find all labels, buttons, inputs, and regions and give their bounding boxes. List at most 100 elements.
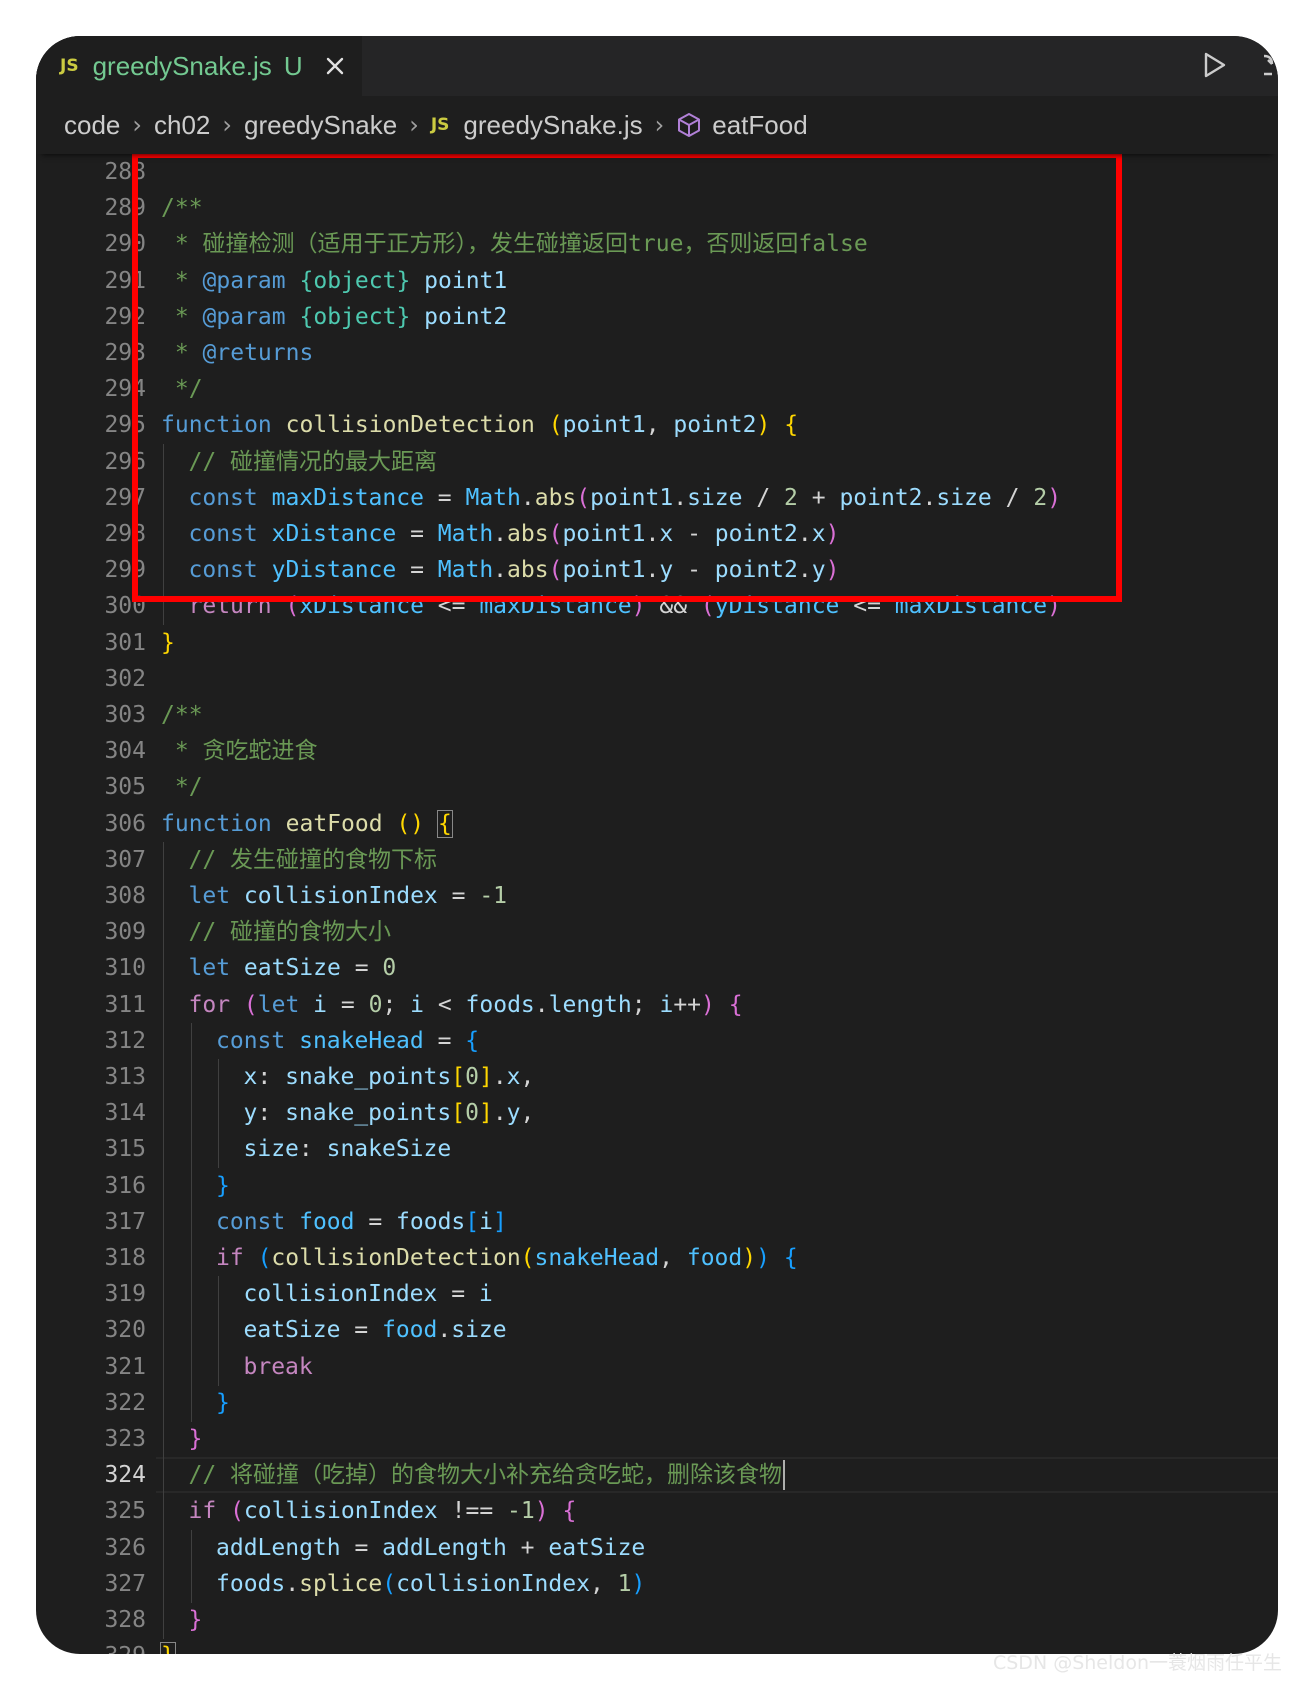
code-line[interactable]: 327 foods.splice(collisionIndex, 1) xyxy=(36,1565,1278,1603)
code-line[interactable]: 322} xyxy=(36,1384,1278,1422)
code-text: collisionIndex = i xyxy=(244,1276,493,1312)
breadcrumb-item-greedysnake[interactable]: greedySnake xyxy=(244,110,397,141)
code-token: [ xyxy=(451,1100,466,1127)
code-line[interactable]: 324 // 将碰撞（吃掉）的食物大小补充给贪吃蛇，删除该食物 xyxy=(36,1457,1278,1495)
code-text: */ xyxy=(161,769,203,805)
code-token: let xyxy=(257,991,300,1018)
line-number: 304 xyxy=(104,738,146,765)
line-number: 318 xyxy=(104,1245,146,1271)
code-token: } xyxy=(188,1607,203,1633)
indent-guide xyxy=(163,1131,164,1169)
code-token: ( xyxy=(230,1498,244,1525)
code-line[interactable]: 307 // 发生碰撞的食物下标 xyxy=(36,841,1278,879)
watermark: CSDN @Sheldon一蓑烟雨任平生 xyxy=(992,1652,1282,1674)
code-token: */ xyxy=(161,774,203,801)
line-number: 313 xyxy=(104,1064,146,1090)
run-icon[interactable] xyxy=(1198,49,1230,81)
code-token: : xyxy=(257,1100,286,1127)
code-line[interactable]: 315 size: snakeSize xyxy=(36,1131,1278,1169)
indent-guide xyxy=(163,1602,164,1639)
indent-guide xyxy=(190,1095,192,1133)
line-number: 322 xyxy=(104,1389,146,1416)
indent-guide xyxy=(163,1240,164,1277)
code-line[interactable]: 308 let collisionIndex = -1 xyxy=(36,878,1278,915)
indent-guide xyxy=(163,878,164,915)
code-line[interactable]: 309 // 碰撞的食物大小 xyxy=(36,914,1278,952)
indent-guide xyxy=(163,950,164,988)
code-token: } xyxy=(216,1172,230,1199)
code-line[interactable]: 319 collisionIndex = i xyxy=(36,1276,1278,1314)
breadcrumb-item-code[interactable]: code xyxy=(64,110,120,141)
split-editor-icon[interactable] xyxy=(1258,44,1278,88)
line-number: 305 xyxy=(104,774,146,801)
code-token: snakeHead xyxy=(299,1027,424,1054)
code-token: collisionIndex xyxy=(243,1498,438,1525)
code-token: } xyxy=(161,629,175,656)
tab-greedysnake-js[interactable]: JS greedySnake.js U xyxy=(36,36,362,96)
code-line[interactable]: 310 let eatSize = 0 xyxy=(36,950,1278,988)
code-line[interactable]: 304 * 贪吃蛇进食 xyxy=(36,733,1278,769)
code-text: } xyxy=(216,1385,230,1421)
code-line[interactable]: 302 xyxy=(36,661,1278,697)
code-token: foods xyxy=(396,1208,466,1235)
code-token: const xyxy=(216,1208,286,1235)
code-text: x: snake_points[0].x, xyxy=(244,1059,535,1095)
code-token: ( xyxy=(257,1245,272,1271)
code-text: const snakeHead = { xyxy=(216,1023,479,1059)
indent-guide xyxy=(163,1565,164,1603)
code-line[interactable]: 320 eatSize = food.size xyxy=(36,1312,1278,1350)
code-token: ; xyxy=(631,991,660,1018)
code-text: for (let i = 0; i < foods.length; i++) { xyxy=(189,987,743,1023)
symbol-method-icon xyxy=(676,112,702,138)
code-line[interactable]: 317 const food = foods[i] xyxy=(36,1203,1278,1241)
code-line[interactable]: 323} xyxy=(36,1421,1278,1458)
breadcrumb-item-symbol[interactable]: eatFood xyxy=(712,110,807,141)
code-line[interactable]: 313 x: snake_points[0].x, xyxy=(36,1059,1278,1096)
code-token: 0 xyxy=(465,1100,479,1127)
editor-window: JS greedySnake.js U code › ch02 › greedy… xyxy=(36,36,1278,1654)
code-line[interactable]: 314 y: snake_points[0].y, xyxy=(36,1095,1278,1133)
code-token: y xyxy=(243,1100,258,1127)
indent-guide xyxy=(218,1276,219,1314)
code-line[interactable]: 321 break xyxy=(36,1348,1278,1386)
code-text: const food = foods[i] xyxy=(216,1204,507,1240)
indent-guide xyxy=(163,841,164,879)
code-token: food xyxy=(299,1208,355,1235)
code-token: ( xyxy=(382,1570,397,1597)
code-line[interactable]: 306 function eatFood () { xyxy=(36,806,1278,842)
code-token: ] xyxy=(478,1064,493,1090)
code-token: , xyxy=(520,1064,535,1090)
code-line[interactable]: 326 addLength = addLength + eatSize xyxy=(36,1529,1278,1567)
breadcrumb-item-ch02[interactable]: ch02 xyxy=(154,110,210,141)
code-token: ) xyxy=(756,1245,770,1271)
code-line[interactable]: 328} xyxy=(36,1602,1278,1639)
code-line[interactable]: 301} xyxy=(36,625,1278,661)
line-number: 317 xyxy=(104,1208,146,1235)
code-token: let xyxy=(188,955,231,982)
code-token: ) xyxy=(742,1245,757,1271)
code-line[interactable]: 303 /** xyxy=(36,697,1278,733)
line-number: 309 xyxy=(104,919,146,946)
indent-guide xyxy=(190,1312,192,1350)
code-line[interactable]: 312 const snakeHead = { xyxy=(36,1022,1278,1060)
code-line[interactable]: 311 for (let i = 0; i < foods.length; i++… xyxy=(36,986,1278,1024)
code-line[interactable]: 325 if (collisionIndex !== -1) { xyxy=(36,1493,1278,1531)
code-token: ) xyxy=(534,1498,549,1525)
line-number: 329 xyxy=(36,1638,146,1654)
code-token: food xyxy=(686,1245,743,1271)
code-line[interactable]: 318 if (collisionDetection(snakeHead, foo… xyxy=(36,1240,1278,1277)
breadcrumb-item-file[interactable]: greedySnake.js xyxy=(463,110,642,141)
code-token: splice xyxy=(299,1570,383,1597)
code-token: . xyxy=(285,1570,300,1597)
close-icon[interactable] xyxy=(323,54,347,78)
line-number: 324 xyxy=(104,1462,146,1489)
code-text: /** xyxy=(161,697,203,733)
code-text: function eatFood () { xyxy=(161,806,453,842)
code-token: const xyxy=(216,1027,286,1054)
indent-guide xyxy=(190,1203,192,1241)
code-line[interactable]: 305 */ xyxy=(36,769,1278,805)
code-token: ) xyxy=(631,1570,646,1597)
code-line[interactable]: 316} xyxy=(36,1167,1278,1205)
